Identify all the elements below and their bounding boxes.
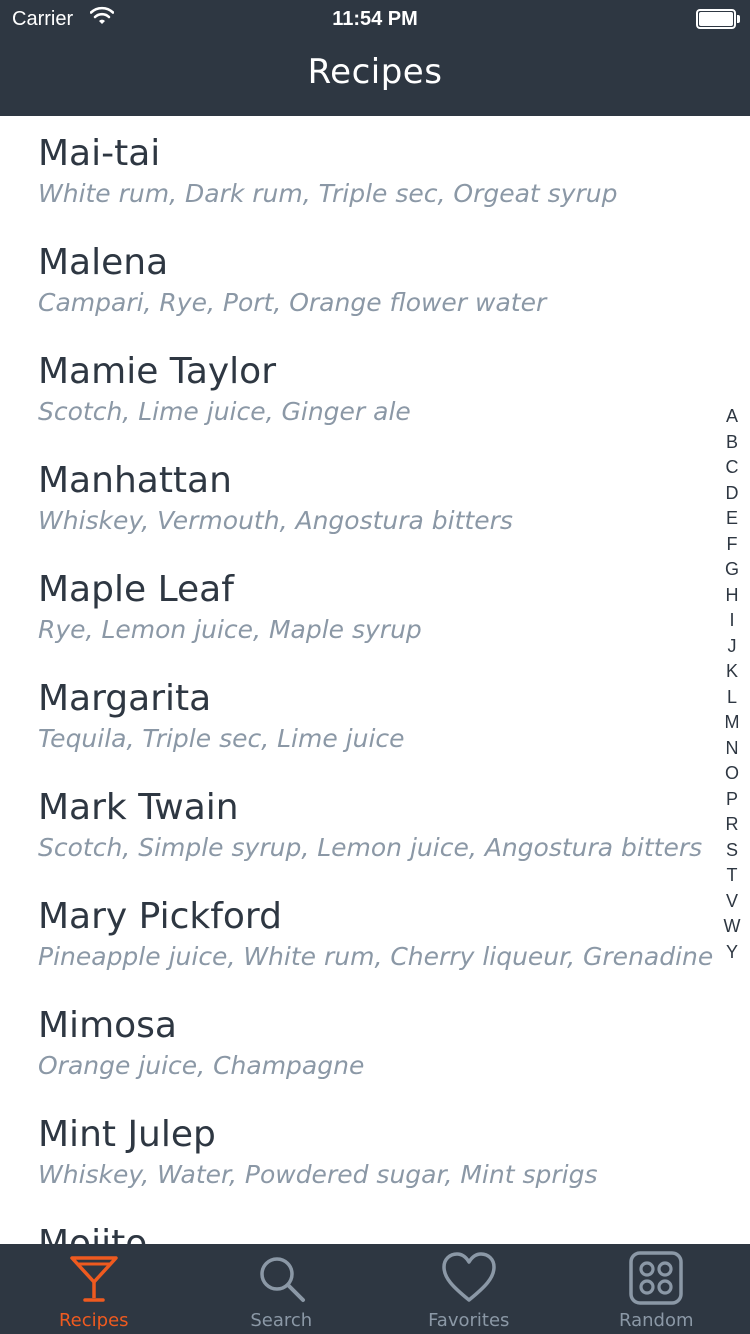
recipe-ingredients: Rye, Lemon juice, Maple syrup [38,615,422,644]
recipe-row[interactable]: Mark Twain Scotch, Simple syrup, Lemon j… [38,786,718,894]
index-letter[interactable]: C [720,455,744,481]
recipe-ingredients: Whiskey, Vermouth, Angostura bitters [38,506,513,535]
tab-bar: Recipes Search Favorites Random [0,1244,750,1334]
index-letter[interactable]: O [720,761,744,787]
status-time: 11:54 PM [332,8,418,30]
recipe-row[interactable]: Mamie Taylor Scotch, Lime juice, Ginger … [38,350,718,458]
recipe-ingredients: White rum, Dark rum, Triple sec, Orgeat … [38,179,618,208]
heart-icon [442,1252,496,1302]
tab-label: Favorites [428,1310,510,1331]
tab-label: Recipes [58,1310,129,1331]
tab-search[interactable]: Search [188,1244,376,1334]
index-letter[interactable]: K [720,659,744,685]
tab-label: Search [250,1310,313,1331]
index-letter[interactable]: B [720,430,744,456]
recipe-name: Mary Pickford [38,896,282,937]
recipe-ingredients: Scotch, Simple syrup, Lemon juice, Angos… [38,833,703,862]
recipe-ingredients: Campari, Rye, Port, Orange flower water [38,288,547,317]
recipe-ingredients: Pineapple juice, White rum, Cherry lique… [38,942,714,971]
tab-random[interactable]: Random [563,1244,750,1334]
index-letter[interactable]: W [720,914,744,940]
status-bar: Carrier 11:54 PM [0,0,750,40]
recipe-name: Margarita [38,678,212,719]
recipe-name: Malena [38,242,169,283]
recipe-row[interactable]: Manhattan Whiskey, Vermouth, Angostura b… [38,459,718,567]
index-letter[interactable]: R [720,812,744,838]
index-letter[interactable]: M [720,710,744,736]
index-letter[interactable]: F [720,532,744,558]
cocktail-glass-icon [70,1256,118,1302]
index-letter[interactable]: S [720,838,744,864]
recipe-name: Maple Leaf [38,569,234,610]
dice-icon [629,1251,683,1305]
recipe-name: Mimosa [38,1005,177,1046]
tab-favorites[interactable]: Favorites [375,1244,563,1334]
recipe-name: Mojito [38,1223,148,1244]
recipe-ingredients: Whiskey, Water, Powdered sugar, Mint spr… [38,1160,598,1189]
index-letter[interactable]: V [720,889,744,915]
app-screen: Carrier 11:54 PM Recipes Mai-tai White r… [0,0,750,1334]
index-letter[interactable]: N [720,736,744,762]
recipe-ingredients: Tequila, Triple sec, Lime juice [38,724,405,753]
recipe-row[interactable]: Mojito [38,1222,718,1244]
index-letter[interactable]: H [720,583,744,609]
recipe-row[interactable]: Margarita Tequila, Triple sec, Lime juic… [38,677,718,785]
recipe-ingredients: Orange juice, Champagne [38,1051,365,1080]
index-letter[interactable]: I [720,608,744,634]
recipe-name: Mint Julep [38,1114,216,1155]
search-icon [260,1257,306,1302]
recipe-row[interactable]: Mimosa Orange juice, Champagne [38,1004,718,1112]
recipe-name: Manhattan [38,460,232,501]
tab-recipes[interactable]: Recipes [0,1244,188,1334]
header: Carrier 11:54 PM Recipes [0,0,750,116]
recipe-name: Mamie Taylor [38,351,277,392]
index-letter[interactable]: E [720,506,744,532]
index-letter[interactable]: D [720,481,744,507]
recipe-row[interactable]: Mai-tai White rum, Dark rum, Triple sec,… [38,132,718,240]
recipe-row[interactable]: Mint Julep Whiskey, Water, Powdered suga… [38,1113,718,1221]
index-letter[interactable]: L [720,685,744,711]
recipe-row[interactable]: Maple Leaf Rye, Lemon juice, Maple syrup [38,568,718,676]
battery-icon [696,9,740,29]
index-letter[interactable]: Y [720,940,744,966]
tab-label: Random [618,1310,694,1331]
recipe-row[interactable]: Mary Pickford Pineapple juice, White rum… [38,895,718,1003]
index-letter[interactable]: P [720,787,744,813]
recipe-list[interactable]: Mai-tai White rum, Dark rum, Triple sec,… [0,116,750,1244]
index-letter[interactable]: A [720,404,744,430]
recipe-name: Mai-tai [38,133,161,174]
recipe-row[interactable]: Malena Campari, Rye, Port, Orange flower… [38,241,718,349]
index-letter[interactable]: J [720,634,744,660]
page-title: Recipes [307,52,443,92]
recipe-ingredients: Scotch, Lime juice, Ginger ale [38,397,411,426]
index-letter[interactable]: T [720,863,744,889]
index-letter[interactable]: G [720,557,744,583]
recipe-name: Mark Twain [38,787,239,828]
section-index[interactable]: A B C D E F G H I J K L M N O P R S T V … [720,404,744,965]
